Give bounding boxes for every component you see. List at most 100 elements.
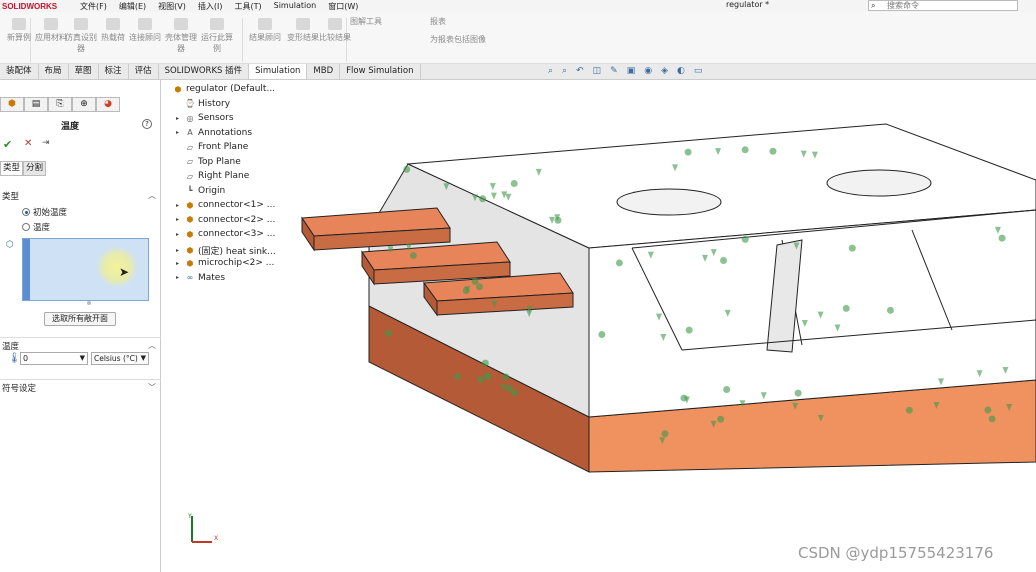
ribbon-button[interactable]: 运行此算例 bbox=[200, 18, 234, 54]
expand-arrow-icon[interactable]: ▸ bbox=[176, 202, 182, 209]
menu-item[interactable]: 视图(V) bbox=[158, 1, 186, 12]
ribbon-button[interactable]: 应用材料 bbox=[34, 18, 68, 43]
temperature-section-header[interactable]: 温度 ︿ bbox=[0, 337, 161, 352]
mounting-hole[interactable] bbox=[826, 169, 932, 197]
help-icon[interactable]: ? bbox=[142, 119, 152, 129]
search-commands-input[interactable]: ⌕ 搜索命令 bbox=[868, 0, 1018, 11]
dimxpert-tab[interactable]: ⊕ bbox=[72, 97, 96, 112]
menu-item[interactable]: 插入(I) bbox=[198, 1, 223, 12]
include-image-button[interactable]: 为报表包括图像 bbox=[430, 34, 486, 45]
part-icon: ⬢ bbox=[186, 258, 194, 268]
ribbon-button[interactable]: 结果顾问 bbox=[248, 18, 282, 43]
assembly-icon: ⬢ bbox=[174, 84, 182, 94]
expand-arrow-icon[interactable]: ▸ bbox=[176, 260, 182, 267]
expand-arrow-icon[interactable]: ▸ bbox=[176, 129, 182, 136]
radio-temperature[interactable]: 温度 bbox=[22, 221, 50, 233]
ribbon-button[interactable]: 连接顾问 bbox=[128, 18, 162, 43]
ribbon-button[interactable]: 新算例 bbox=[2, 18, 36, 43]
tab-0[interactable]: 装配体 bbox=[0, 64, 39, 79]
graphics-viewport[interactable] bbox=[162, 80, 1036, 572]
tree-item[interactable]: ⌚ History bbox=[176, 99, 230, 109]
config-manager-tab[interactable]: ⎘ bbox=[48, 97, 72, 112]
tree-item[interactable]: ▱ Front Plane bbox=[176, 142, 248, 152]
dynamic-annotation-icon[interactable]: ✎ bbox=[610, 66, 618, 76]
temperature-marker bbox=[403, 165, 411, 173]
tree-item[interactable]: ▱ Top Plane bbox=[176, 157, 241, 167]
zoom-area-icon[interactable]: ⌕ bbox=[562, 66, 567, 76]
tree-item[interactable]: ┗ Origin bbox=[176, 186, 226, 196]
type-section-header[interactable]: 类型 ︿ bbox=[0, 190, 161, 202]
radio-initial-label: 初始温度 bbox=[33, 208, 68, 218]
tab-3[interactable]: 标注 bbox=[99, 64, 129, 79]
ribbon-button[interactable]: 仿真设别器 bbox=[64, 18, 98, 54]
menu-item[interactable]: 窗口(W) bbox=[328, 1, 358, 12]
tree-item[interactable]: ▸ ⬢ connector<3> ... bbox=[176, 229, 275, 239]
cancel-button[interactable]: ✕ bbox=[24, 138, 32, 149]
view-settings-icon[interactable]: ▭ bbox=[694, 66, 703, 76]
ribbon-button[interactable]: 比较结果 bbox=[318, 18, 352, 43]
expand-arrow-icon[interactable]: ▸ bbox=[176, 247, 182, 254]
tree-item[interactable]: ▸ ⬢ microchip<2> ... bbox=[176, 258, 274, 268]
menu-item[interactable]: 文件(F) bbox=[80, 1, 107, 12]
previous-view-icon[interactable]: ↶ bbox=[576, 66, 584, 76]
expand-arrow-icon[interactable]: ▸ bbox=[176, 274, 182, 281]
tab-5[interactable]: SOLIDWORKS 插件 bbox=[159, 64, 250, 79]
tree-item[interactable]: ▱ Right Plane bbox=[176, 171, 249, 181]
resize-grip[interactable] bbox=[87, 301, 91, 305]
hide-show-icon[interactable]: ◈ bbox=[661, 66, 668, 76]
menu-item[interactable]: Simulation bbox=[274, 1, 317, 12]
face-selection-box[interactable]: ➤ bbox=[22, 238, 149, 301]
tree-item[interactable]: ▸ ⬢ connector<1> ... bbox=[176, 200, 275, 210]
tab-2[interactable]: 草图 bbox=[69, 64, 99, 79]
temperature-unit-select[interactable]: Celsius (°C) ▼ bbox=[91, 352, 149, 365]
appearance-icon[interactable]: ◐ bbox=[677, 66, 685, 76]
tree-item-label: Right Plane bbox=[198, 171, 250, 181]
ribbon-command-icon bbox=[210, 18, 224, 30]
temperature-marker bbox=[842, 304, 850, 312]
select-all-open-faces-button[interactable]: 选取所有敞开面 bbox=[44, 312, 116, 326]
menu-item[interactable]: 编辑(E) bbox=[119, 1, 146, 12]
tab-4[interactable]: 评估 bbox=[129, 64, 159, 79]
tree-item-label: Annotations bbox=[198, 127, 253, 138]
tab-split[interactable]: 分割 bbox=[23, 161, 47, 176]
tab-8[interactable]: Flow Simulation bbox=[340, 64, 421, 79]
symbol-settings-header[interactable]: 符号设定 ﹀ bbox=[0, 379, 161, 394]
property-manager-tab[interactable]: ▤ bbox=[24, 97, 48, 112]
expand-arrow-icon[interactable]: ▸ bbox=[176, 216, 182, 223]
menu-item[interactable]: 工具(T) bbox=[234, 1, 261, 12]
connector-1[interactable] bbox=[301, 207, 451, 252]
tree-item[interactable]: ▸ ⬢ (固定) heat sink... bbox=[176, 244, 276, 257]
view-orientation-icon[interactable]: ▣ bbox=[627, 66, 636, 76]
property-icon: ▤ bbox=[31, 99, 41, 109]
tab-type[interactable]: 类型 bbox=[0, 161, 24, 176]
display-manager-tab[interactable]: ◕ bbox=[96, 97, 120, 112]
tree-item[interactable]: ▸ ∞ Mates bbox=[176, 273, 225, 283]
plot-tools-button[interactable]: 图解工具 bbox=[350, 16, 382, 27]
tree-item[interactable]: ▸ ⬢ connector<2> ... bbox=[176, 215, 275, 225]
ok-button[interactable]: ✔ bbox=[3, 138, 12, 151]
expand-arrow-icon[interactable]: ▸ bbox=[176, 231, 182, 238]
report-button[interactable]: 报表 bbox=[430, 16, 446, 27]
section-view-icon[interactable]: ◫ bbox=[593, 66, 602, 76]
zoom-to-fit-icon[interactable]: ⌕ bbox=[548, 66, 553, 76]
temperature-value-input[interactable]: 0 ▼ bbox=[20, 352, 88, 365]
ribbon-separator bbox=[242, 18, 243, 62]
tab-7[interactable]: MBD bbox=[307, 64, 341, 79]
radio-initial-temperature[interactable]: 初始温度 bbox=[22, 206, 67, 218]
tab-6[interactable]: Simulation bbox=[249, 64, 308, 79]
temperature-marker bbox=[598, 330, 606, 338]
tree-item[interactable]: ▸ ◎ Sensors bbox=[176, 113, 234, 123]
tree-item[interactable]: ▸ A Annotations bbox=[176, 128, 252, 138]
display-style-icon[interactable]: ◉ bbox=[644, 66, 652, 76]
tab-1[interactable]: 布局 bbox=[39, 64, 69, 79]
expand-arrow-icon[interactable]: ▸ bbox=[176, 115, 182, 122]
feature-manager-tab[interactable]: ⬢ bbox=[0, 97, 24, 112]
color-wheel-icon: ◕ bbox=[104, 99, 112, 109]
ribbon-button[interactable]: 壳体管理器 bbox=[164, 18, 198, 54]
pin-button[interactable]: ⇥ bbox=[42, 138, 50, 148]
ribbon-button[interactable]: 热载荷 bbox=[96, 18, 130, 43]
mounting-hole[interactable] bbox=[616, 188, 722, 216]
ribbon-button[interactable]: 变形结果 bbox=[286, 18, 320, 43]
tree-item[interactable]: ⬢ regulator (Default... bbox=[164, 84, 276, 94]
temperature-unit: Celsius (°C) bbox=[94, 354, 138, 363]
